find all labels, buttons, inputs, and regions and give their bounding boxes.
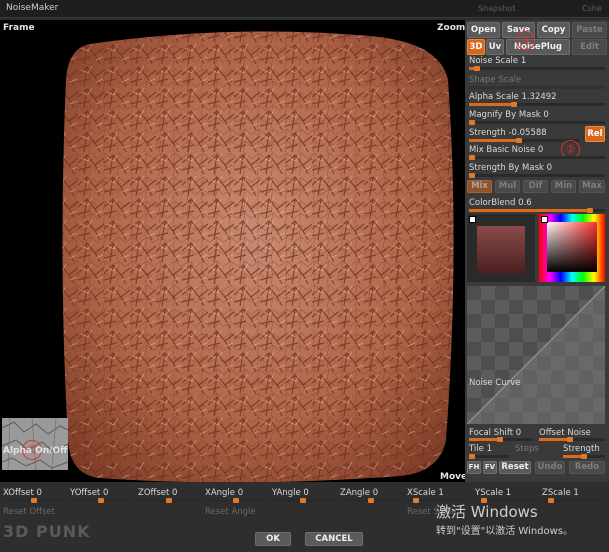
cshe-ghost-text: Cshe — [582, 4, 602, 13]
undo-button[interactable]: Undo — [535, 461, 565, 474]
leather-preview-image — [62, 31, 454, 482]
window-title: NoiseMaker — [6, 3, 59, 13]
blend-mul-button[interactable]: Mul — [495, 180, 520, 193]
zscale-slider[interactable] — [542, 498, 604, 503]
yscale-label: YScale 1 — [475, 488, 512, 498]
blend-dif-button[interactable]: Dif — [523, 180, 548, 193]
frame-button[interactable]: Frame — [3, 23, 35, 33]
magnify-by-mask-slider[interactable] — [469, 120, 605, 125]
focal-shift-label: Focal Shift 0 — [469, 428, 522, 438]
annotation-3: ③ — [516, 31, 535, 50]
mix-basic-noise-label: Mix Basic Noise 0 — [469, 145, 544, 155]
noise-scale-slider[interactable] — [469, 66, 605, 71]
xangle-slider[interactable] — [205, 498, 267, 503]
strength-by-mask-slider[interactable] — [469, 173, 605, 178]
xscale-label: XScale 1 — [407, 488, 444, 498]
copy-button[interactable]: Copy — [537, 22, 570, 38]
alpha-scale-slider[interactable] — [469, 102, 605, 107]
zscale-label: ZScale 1 — [542, 488, 579, 498]
title-bar: NoiseMaker Snapshot Cshe — [0, 0, 609, 18]
offset-noise-slider[interactable] — [539, 437, 605, 442]
activation-watermark-title: 激活 Windows — [436, 503, 538, 521]
alpha-on-off-button[interactable]: Alpha On/Off — [3, 446, 67, 456]
rel-button[interactable]: Rel — [585, 126, 605, 142]
shape-scale-slider[interactable] — [469, 86, 605, 89]
magnify-by-mask-label: Magnify By Mask 0 — [469, 110, 549, 120]
3d-button[interactable]: 3D — [467, 39, 485, 55]
zangle-slider[interactable] — [340, 498, 402, 503]
primary-color-swatch[interactable] — [467, 214, 535, 282]
color-picker-field[interactable] — [547, 222, 597, 272]
noise-curve-label: Noise Curve — [469, 378, 521, 388]
activation-watermark-subtitle: 转到"设置"以激活 Windows。 — [436, 526, 574, 537]
focal-shift-slider[interactable] — [469, 437, 533, 442]
move-button[interactable]: Move — [440, 472, 465, 482]
cancel-button[interactable]: CANCEL — [305, 532, 363, 546]
noise-curve-graph — [467, 286, 605, 424]
reset-offset-button[interactable]: Reset Offset — [3, 507, 55, 517]
watermark-logo: 3D PUNK — [3, 522, 91, 541]
xangle-label: XAngle 0 — [205, 488, 244, 498]
yoffset-slider[interactable] — [70, 498, 132, 503]
yangle-label: YAngle 0 — [272, 488, 309, 498]
strength-slider[interactable] — [469, 138, 579, 143]
uv-button[interactable]: Uv — [486, 39, 504, 55]
curve-strength-label: Strength — [563, 444, 600, 454]
zangle-label: ZAngle 0 — [340, 488, 379, 498]
open-button[interactable]: Open — [467, 22, 500, 38]
offset-noise-label: Offset Noise — [539, 428, 591, 438]
redo-button[interactable]: Redo — [569, 461, 605, 474]
edit-button[interactable]: Edit — [572, 39, 607, 55]
blend-min-button[interactable]: Min — [551, 180, 576, 193]
alpha-scale-label: Alpha Scale 1.32492 — [469, 92, 557, 102]
yangle-slider[interactable] — [272, 498, 334, 503]
mix-basic-noise-slider[interactable] — [469, 155, 605, 160]
yoffset-label: YOffset 0 — [70, 488, 109, 498]
color-picker-hue[interactable] — [539, 214, 605, 282]
flip-v-button[interactable]: FV — [483, 461, 497, 474]
xoffset-slider[interactable] — [3, 498, 65, 503]
steps-label: Steps — [515, 444, 539, 454]
ok-button[interactable]: OK — [255, 532, 291, 546]
reset-angle-button[interactable]: Reset Angle — [205, 507, 256, 517]
noise-settings-panel: Open Save Copy Paste 3D Uv NoisePlug Edi… — [465, 20, 609, 482]
tile-label: Tile 1 — [469, 444, 492, 454]
blend-max-button[interactable]: Max — [579, 180, 605, 193]
noise-scale-label: Noise Scale 1 — [469, 56, 527, 66]
flip-h-button[interactable]: FH — [467, 461, 481, 474]
reset-curve-button[interactable]: Reset — [499, 461, 531, 474]
strength-by-mask-label: Strength By Mask 0 — [469, 163, 553, 173]
colorblend-label: ColorBlend 0.6 — [469, 198, 532, 208]
paste-button[interactable]: Paste — [572, 22, 607, 38]
transform-bar: XOffset 0 YOffset 0 ZOffset 0 XAngle 0 Y… — [0, 482, 609, 552]
strength-label: Strength -0.05588 — [469, 128, 547, 138]
zoffset-label: ZOffset 0 — [138, 488, 178, 498]
zoom-button[interactable]: Zoom — [437, 23, 465, 33]
blend-mix-button[interactable]: Mix — [467, 180, 492, 193]
xoffset-label: XOffset 0 — [3, 488, 42, 498]
tile-slider[interactable] — [469, 454, 509, 459]
noise-preview-viewport[interactable]: Frame Zoom ① Alpha On/Off Move — [0, 20, 465, 482]
noise-curve-editor[interactable]: Noise Curve — [467, 286, 605, 424]
zoffset-slider[interactable] — [138, 498, 200, 503]
snapshot-ghost-text: Snapshot — [478, 4, 516, 13]
shape-scale-label: Shape Scale — [469, 75, 522, 85]
colorblend-slider[interactable] — [469, 208, 605, 213]
curve-strength-slider[interactable] — [563, 454, 605, 459]
